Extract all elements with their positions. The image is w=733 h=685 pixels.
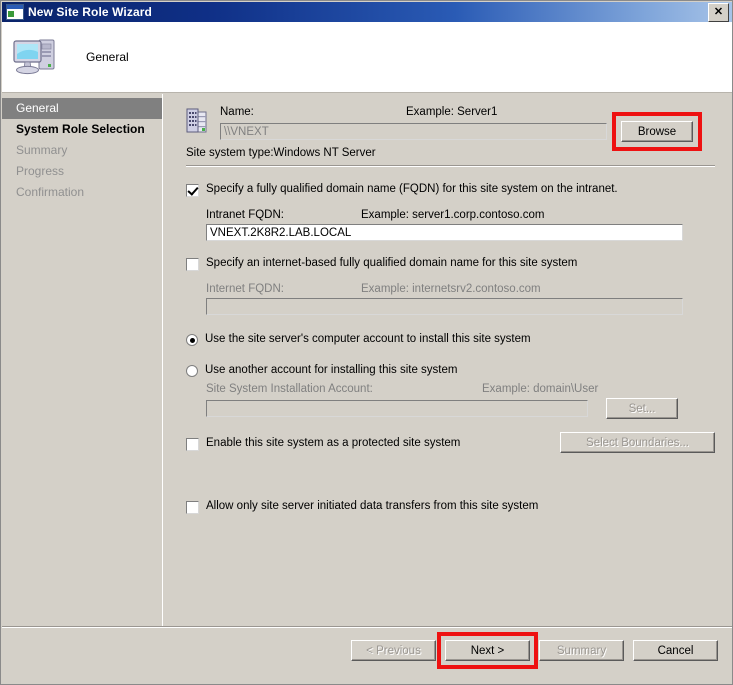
window-title: New Site Role Wizard bbox=[28, 5, 152, 19]
intranet-fqdn-group: Intranet FQDN: Example: server1.corp.con… bbox=[206, 209, 715, 241]
protected-site-system-label: Enable this site system as a protected s… bbox=[206, 436, 461, 449]
browse-button[interactable]: Browse bbox=[621, 121, 693, 142]
intranet-fqdn-label-row: Intranet FQDN: Example: server1.corp.con… bbox=[206, 209, 715, 221]
internet-fqdn-checkbox-label: Specify an internet-based fully qualifie… bbox=[206, 257, 578, 269]
site-system-icon-svg bbox=[186, 108, 207, 133]
allow-only-transfers-checkbox[interactable] bbox=[186, 501, 199, 514]
intranet-fqdn-checkbox-row[interactable]: Specify a fully qualified domain name (F… bbox=[186, 183, 715, 197]
computer-icon-svg bbox=[13, 39, 55, 75]
name-fields: Name: Example: Server1 Browse bbox=[220, 106, 715, 151]
name-example: Example: Server1 bbox=[406, 106, 498, 118]
footer-button-group: < Previous Next > Summary Cancel bbox=[351, 632, 718, 669]
internet-fqdn-group: Internet FQDN: Example: internetsrv2.con… bbox=[206, 283, 715, 315]
protected-site-system-row: Enable this site system as a protected s… bbox=[186, 419, 715, 453]
page-title: General bbox=[86, 50, 129, 64]
close-icon[interactable]: ✕ bbox=[708, 2, 729, 22]
select-boundaries-button[interactable]: Select Boundaries... bbox=[560, 432, 715, 453]
install-account-label-row: Site System Installation Account: Exampl… bbox=[206, 383, 715, 395]
computer-icon bbox=[12, 34, 64, 80]
name-section: Name: Example: Server1 Browse bbox=[186, 106, 715, 151]
intranet-fqdn-checkbox-label: Specify a fully qualified domain name (F… bbox=[206, 183, 618, 195]
another-account-radio-row[interactable]: Use another account for installing this … bbox=[186, 364, 715, 377]
internet-fqdn-input[interactable] bbox=[206, 298, 683, 315]
name-input[interactable] bbox=[220, 123, 607, 140]
wizard-content-pane: Name: Example: Server1 Browse Site syste… bbox=[164, 94, 732, 627]
computer-account-radio[interactable] bbox=[186, 334, 198, 346]
browse-button-highlight-group: Browse bbox=[612, 112, 702, 151]
wizard-header: General bbox=[2, 22, 732, 93]
allow-only-transfers-label: Allow only site server initiated data tr… bbox=[206, 500, 539, 512]
name-label: Name: bbox=[220, 106, 254, 118]
previous-button[interactable]: < Previous bbox=[351, 640, 436, 661]
another-account-radio[interactable] bbox=[186, 365, 198, 377]
next-button-highlight-group: Next > bbox=[437, 632, 538, 669]
internet-fqdn-checkbox-row[interactable]: Specify an internet-based fully qualifie… bbox=[186, 257, 715, 271]
install-account-example: Example: domain\User bbox=[482, 383, 599, 395]
wizard-step-list: General System Role Selection Summary Pr… bbox=[2, 94, 163, 627]
internet-fqdn-label: Internet FQDN: bbox=[206, 283, 284, 295]
internet-fqdn-example: Example: internetsrv2.contoso.com bbox=[361, 283, 541, 295]
wizard-window-icon bbox=[6, 4, 24, 20]
internet-fqdn-checkbox[interactable] bbox=[186, 258, 199, 271]
sidebar-item-progress[interactable]: Progress bbox=[2, 161, 162, 182]
sidebar-item-system-role-selection[interactable]: System Role Selection bbox=[2, 119, 162, 140]
name-label-row: Name: Example: Server1 bbox=[220, 106, 715, 118]
section-divider bbox=[186, 165, 715, 167]
intranet-fqdn-checkbox[interactable] bbox=[186, 184, 199, 197]
wizard-footer: < Previous Next > Summary Cancel bbox=[2, 626, 732, 684]
protected-site-system-checkbox[interactable] bbox=[186, 437, 199, 451]
new-site-role-wizard-window: New Site Role Wizard ✕ General General S… bbox=[0, 0, 733, 685]
summary-button[interactable]: Summary bbox=[539, 640, 624, 661]
computer-account-radio-label: Use the site server's computer account t… bbox=[205, 333, 531, 345]
set-account-button[interactable]: Set... bbox=[606, 398, 678, 419]
computer-account-radio-row[interactable]: Use the site server's computer account t… bbox=[186, 333, 715, 346]
install-account-input-row: Set... bbox=[206, 398, 715, 419]
intranet-fqdn-example: Example: server1.corp.contoso.com bbox=[361, 209, 545, 221]
next-button[interactable]: Next > bbox=[445, 640, 530, 661]
intranet-fqdn-input[interactable] bbox=[206, 224, 683, 241]
name-input-row: Browse bbox=[220, 112, 715, 151]
protected-checkbox-row[interactable]: Enable this site system as a protected s… bbox=[186, 437, 460, 451]
install-account-group: Site System Installation Account: Exampl… bbox=[206, 383, 715, 419]
install-account-input[interactable] bbox=[206, 400, 588, 417]
title-bar: New Site Role Wizard ✕ bbox=[2, 2, 732, 22]
allow-only-checkbox-row[interactable]: Allow only site server initiated data tr… bbox=[186, 500, 715, 514]
install-account-label: Site System Installation Account: bbox=[206, 383, 373, 395]
internet-fqdn-label-row: Internet FQDN: Example: internetsrv2.con… bbox=[206, 283, 715, 295]
sidebar-item-general[interactable]: General bbox=[2, 98, 162, 119]
sidebar-item-summary[interactable]: Summary bbox=[2, 140, 162, 161]
cancel-button[interactable]: Cancel bbox=[633, 640, 718, 661]
site-system-type-label: Site system type:Windows NT Server bbox=[186, 147, 376, 159]
intranet-fqdn-label: Intranet FQDN: bbox=[206, 209, 284, 221]
site-system-icon bbox=[186, 108, 208, 135]
another-account-radio-label: Use another account for installing this … bbox=[205, 364, 458, 376]
sidebar-item-confirmation[interactable]: Confirmation bbox=[2, 182, 162, 203]
